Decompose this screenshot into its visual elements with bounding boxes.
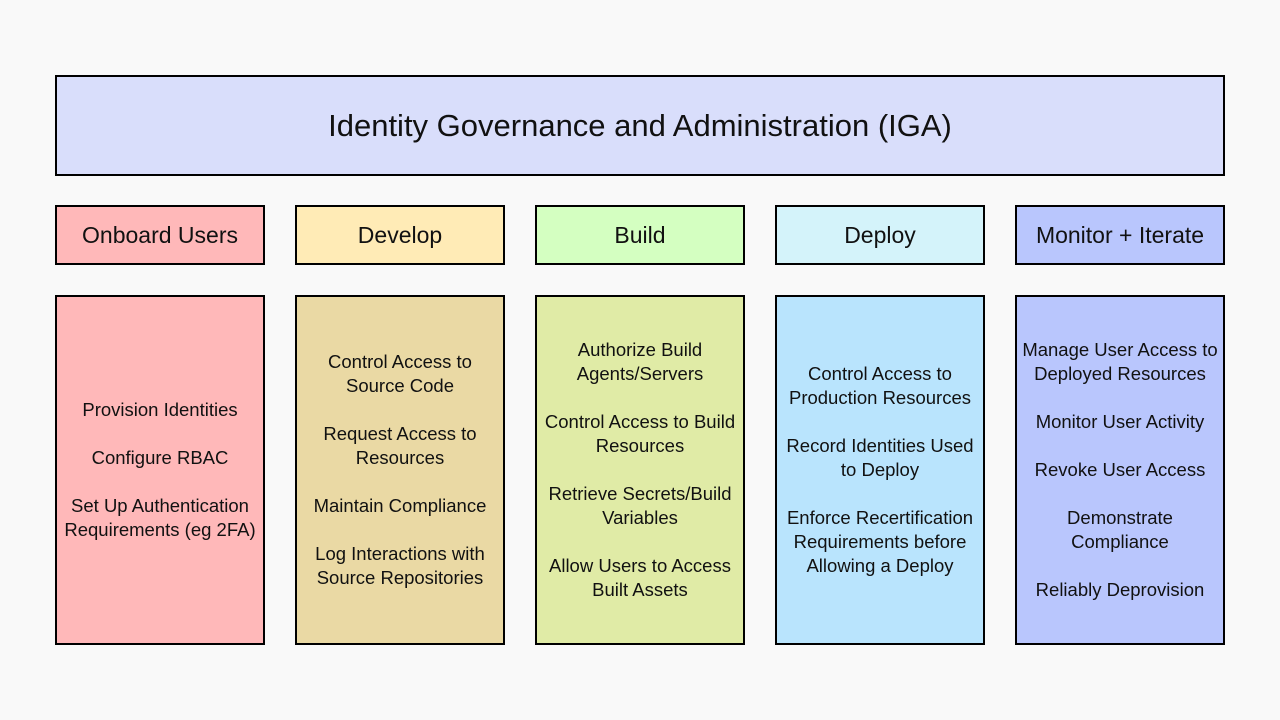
task-item: Control Access to Source Code	[328, 351, 472, 396]
task-item: Control Access to Build Resources	[544, 411, 736, 456]
task-item: Record Identities Used to Deploy	[786, 435, 974, 480]
task-item: Demonstrate Compliance	[1067, 507, 1173, 552]
stage-heading: Monitor + Iterate	[1015, 205, 1225, 265]
stage-tasks: Control Access to Source Code Request Acc…	[295, 295, 505, 645]
task-item: Allow Users to Access Built Assets	[549, 555, 731, 600]
task-item: Log Interactions with Source Repositorie…	[315, 543, 485, 588]
task-item: Set Up Authentication Requirements (eg 2…	[64, 495, 256, 540]
task-item: Retrieve Secrets/Build Variables	[548, 483, 732, 528]
stage-heading: Develop	[295, 205, 505, 265]
task-item: Authorize Build Agents/Servers	[576, 339, 704, 384]
stage-heading: Onboard Users	[55, 205, 265, 265]
task-item: Provision Identities	[82, 399, 238, 420]
task-item: Reliably Deprovision	[1035, 579, 1205, 600]
stage-tasks: Authorize Build Agents/Servers Control Ac…	[535, 295, 745, 645]
task-item: Control Access to Production Resources	[788, 363, 971, 408]
task-item: Request Access to Resources	[323, 423, 477, 468]
iga-title: Identity Governance and Administration (…	[55, 75, 1225, 176]
stage-tasks: Control Access to Production Resources Re…	[775, 295, 985, 645]
task-item: Revoke User Access	[1034, 459, 1206, 480]
stage-heading: Deploy	[775, 205, 985, 265]
task-item: Maintain Compliance	[313, 495, 487, 516]
task-item: Enforce Recertification Requirements bef…	[786, 507, 974, 576]
task-item: Manage User Access to Deployed Resources	[1022, 339, 1218, 384]
stage-tasks: Provision Identities Configure RBAC Set Up…	[55, 295, 265, 645]
task-item: Monitor User Activity	[1035, 411, 1205, 432]
stage-heading: Build	[535, 205, 745, 265]
stage-tasks: Manage User Access to Deployed Resources…	[1015, 295, 1225, 645]
task-item: Configure RBAC	[91, 447, 229, 468]
